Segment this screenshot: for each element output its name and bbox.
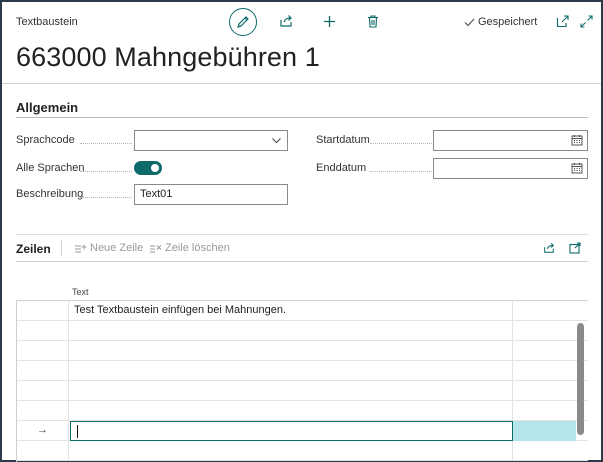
text-cell[interactable] (69, 441, 513, 461)
share-icon (543, 242, 554, 253)
new-line-icon (75, 244, 87, 252)
start-date-label: Startdatum (316, 134, 370, 146)
dotted-leader (80, 171, 132, 172)
field-language-code: Sprachcode (16, 130, 288, 152)
end-date-label: Enddatum (316, 162, 367, 174)
text-cell[interactable] (69, 321, 513, 341)
lines-share-button[interactable] (541, 240, 556, 255)
all-languages-label: Alle Sprachen (16, 162, 85, 174)
row-marker-cell[interactable] (17, 321, 69, 341)
toolbar-separator (61, 240, 62, 256)
field-description: Beschreibung Text01 (16, 184, 288, 206)
active-text-input[interactable] (70, 421, 513, 441)
open-new-window-button[interactable] (554, 13, 570, 29)
dotted-leader (370, 171, 432, 172)
delete-line-icon (150, 244, 162, 252)
new-line-label: Neue Zeile (90, 242, 144, 254)
trash-icon (368, 14, 378, 28)
share-button[interactable] (277, 12, 295, 30)
text-cell[interactable] (69, 401, 513, 421)
table-row[interactable] (17, 321, 588, 341)
field-all-languages: Alle Sprachen (16, 158, 288, 180)
saved-status-label: Gespeichert (478, 16, 538, 28)
chevron-down-icon (272, 138, 281, 144)
open-in-new-window-icon (556, 14, 569, 27)
language-code-label: Sprachcode (16, 134, 75, 146)
language-code-select[interactable] (134, 130, 288, 151)
row-marker-cell[interactable] (17, 381, 69, 401)
expand-icon (579, 14, 593, 28)
delete-line-label: Zeile löschen (165, 242, 230, 254)
saved-status: Gespeichert (464, 16, 537, 28)
table-row[interactable] (17, 361, 588, 381)
dotted-leader (370, 143, 432, 144)
dotted-leader (80, 197, 132, 198)
row-arrow-marker[interactable]: → (17, 421, 69, 441)
extra-cell[interactable] (513, 301, 588, 321)
active-table-row[interactable]: → (17, 421, 588, 441)
new-line-button[interactable]: Neue Zeile (74, 242, 143, 254)
all-languages-toggle[interactable] (134, 161, 162, 175)
text-cell[interactable] (69, 381, 513, 401)
toggle-knob (151, 164, 159, 172)
text-caret (77, 425, 78, 438)
lines-toolbar-divider (16, 261, 588, 262)
field-end-date: Enddatum (316, 158, 588, 180)
row-marker-cell[interactable] (17, 401, 69, 421)
start-date-input[interactable] (433, 130, 588, 151)
extra-cell[interactable] (513, 441, 588, 461)
pencil-icon (237, 16, 249, 28)
text-cell[interactable] (69, 341, 513, 361)
section-divider (16, 117, 588, 118)
lines-divider (16, 234, 588, 235)
field-start-date: Startdatum (316, 130, 588, 152)
plus-icon (323, 15, 335, 27)
page-frame: Textbaustein Gespeichert 663000 Mahngebü… (0, 0, 603, 462)
checkmark-icon (464, 18, 475, 26)
page-caption: Textbaustein (16, 16, 78, 28)
table-row[interactable] (17, 401, 588, 421)
description-value: Text01 (140, 188, 173, 200)
table-row[interactable] (17, 441, 588, 461)
active-extra-cell[interactable] (513, 421, 576, 441)
header-divider (2, 83, 601, 84)
lines-focus-button[interactable] (567, 240, 582, 255)
scrollbar-thumb[interactable] (577, 323, 584, 435)
calendar-icon (571, 163, 583, 174)
edit-button[interactable] (229, 8, 257, 36)
new-button[interactable] (320, 12, 338, 30)
table-row[interactable]: Test Textbaustein einfügen bei Mahnungen… (17, 301, 588, 321)
row-marker-cell[interactable] (17, 361, 69, 381)
delete-button[interactable] (364, 12, 382, 30)
column-header-text[interactable]: Text (72, 287, 89, 297)
calendar-icon (571, 135, 583, 146)
row-marker-cell[interactable] (17, 301, 69, 321)
text-cell[interactable]: Test Textbaustein einfügen bei Mahnungen… (69, 301, 513, 321)
delete-line-button[interactable]: Zeile löschen (149, 242, 230, 254)
expand-button[interactable] (578, 13, 594, 29)
text-cell[interactable] (69, 361, 513, 381)
focus-mode-icon (568, 241, 581, 254)
page-title: 663000 Mahngebühren 1 (16, 42, 320, 72)
dotted-leader (80, 143, 132, 144)
description-input[interactable]: Text01 (134, 184, 288, 205)
table-row[interactable] (17, 341, 588, 361)
vertical-scrollbar[interactable] (576, 319, 585, 439)
row-marker-cell[interactable] (17, 341, 69, 361)
lines-grid: Test Textbaustein einfügen bei Mahnungen… (16, 300, 588, 462)
lines-title[interactable]: Zeilen (16, 242, 51, 256)
description-label: Beschreibung (16, 188, 84, 200)
end-date-input[interactable] (433, 158, 588, 179)
section-title-general[interactable]: Allgemein (16, 100, 78, 115)
share-icon (280, 15, 292, 27)
row-marker-cell[interactable] (17, 441, 69, 461)
table-row[interactable] (17, 381, 588, 401)
